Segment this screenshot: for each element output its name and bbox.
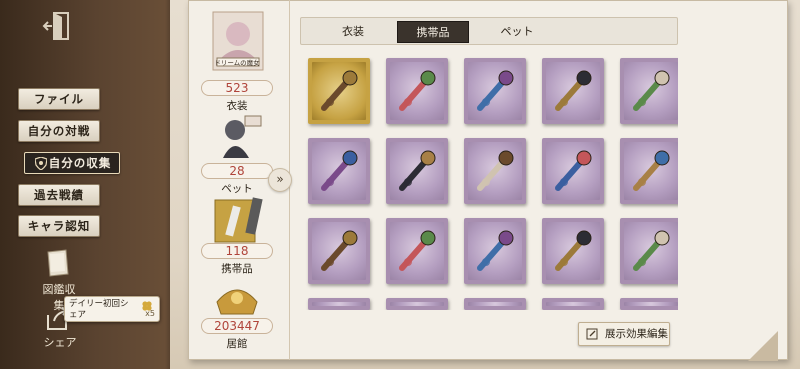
share-label: シェア [43,336,77,349]
expand-button[interactable]: » [268,168,292,192]
sidebar-item-label: 自分の収集 [48,156,112,170]
costume-label: 衣装 [226,100,248,112]
mansion-label: 居館 [226,338,248,350]
edit-display-effect-button[interactable]: 展示効果編集 [578,322,670,346]
shield-icon [35,157,47,170]
edit-display-effect-label: 展示効果編集 [605,328,668,340]
black-satchel-icon [399,230,436,271]
avatar-badge: ドリームの魔女 [214,59,260,67]
accessory-bottle-icon[interactable] [209,196,265,244]
reward-count: x5 [145,309,155,318]
costume-count: 523 [201,80,273,96]
spiked-mace-icon [555,150,592,191]
collection-item-partial[interactable] [620,298,678,310]
sidebar: ファイル 自分の対戦 自分の収集 過去戦績 キャラ認知 図鑑収集 シェア デイリ… [0,0,175,369]
sidebar-item-past-records[interactable]: 過去戦績 [18,184,100,206]
spellbook-tag-icon [321,230,358,271]
tab-accessory[interactable]: 携帯品 [397,21,469,43]
collection-item[interactable] [620,218,678,284]
collection-item[interactable] [386,138,448,204]
sidebar-item-file[interactable]: ファイル [18,88,100,110]
mansion-crest-icon[interactable] [209,278,265,318]
collection-item[interactable] [464,218,526,284]
umbrella-hook-icon [555,230,592,271]
collection-item-partial[interactable] [386,298,448,310]
collection-item[interactable] [542,58,604,124]
collection-item[interactable] [542,138,604,204]
book-icon[interactable] [42,248,74,280]
bamboo-staff-icon [633,150,670,191]
crystal-staff-icon [633,70,670,111]
mansion-count: 203447 [201,318,273,334]
collection-item[interactable] [308,58,370,124]
double-chevron-right-icon: » [276,172,284,186]
candy-heart-charm-icon [399,70,436,111]
antler-claw-icon [321,150,358,191]
ornate-baton-icon [555,70,592,111]
collection-item[interactable] [620,138,678,204]
folding-fan-icon [633,230,670,271]
tab-costume[interactable]: 衣装 [317,21,389,43]
sidebar-item-character-recognition[interactable]: キャラ認知 [18,215,100,237]
blue-wing-orb-icon [477,150,514,191]
tab-pet[interactable]: ペット [481,21,553,43]
dark-orb-rattle-icon [399,150,436,191]
pet-label: ペット [221,183,253,195]
collection-item-partial[interactable] [542,298,604,310]
accessory-label: 携帯品 [221,263,253,275]
pearl-orb-icon [477,230,514,271]
collection-item[interactable] [542,218,604,284]
category-tabs: 衣装 携帯品 ペット [300,17,678,45]
gem-scepter-icon [477,70,514,111]
collection-item[interactable] [308,218,370,284]
collection-item[interactable] [386,218,448,284]
collection-item[interactable] [386,58,448,124]
collection-item[interactable] [620,58,678,124]
collection-item-partial[interactable] [308,298,370,310]
collection-stats: ドリームの魔女 523 衣装 28 ペット 118 携帯品 203447 居館 [197,6,277,360]
collection-item[interactable] [464,138,526,204]
accessory-count: 118 [201,243,273,259]
sidebar-item-my-matches[interactable]: 自分の対戦 [18,120,100,142]
daily-share-reward-tooltip[interactable]: デイリー初回シ ェア x5 [64,296,160,322]
collection-item[interactable] [308,138,370,204]
collection-item[interactable] [464,58,526,124]
exit-door-icon[interactable] [42,10,72,42]
page-corner-icon [748,331,778,361]
edit-icon [586,328,598,340]
pet-count: 28 [201,163,273,179]
pet-icon[interactable] [209,112,265,162]
sidebar-item-my-collection[interactable]: 自分の収集 [24,152,120,174]
golden-mask-ornament-icon [321,70,358,111]
collection-item-partial[interactable] [464,298,526,310]
item-grid [300,52,678,310]
